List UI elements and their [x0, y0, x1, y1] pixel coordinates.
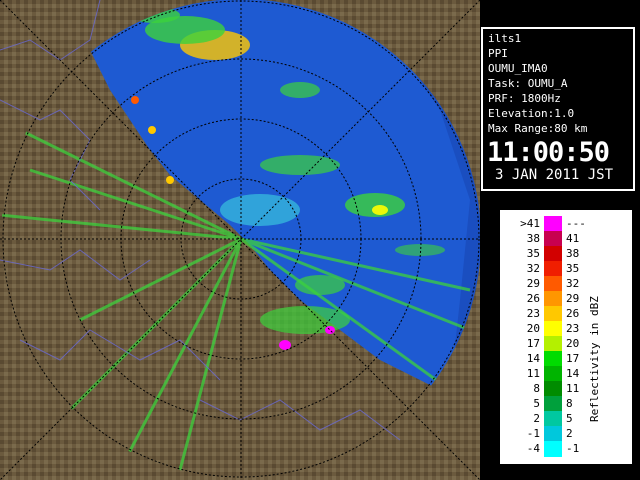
legend-high-value: 41 [566, 232, 580, 245]
legend-high-value: -1 [566, 442, 580, 455]
legend-low-value: 32 [526, 262, 540, 275]
legend-row: 14 17 [502, 351, 622, 367]
legend-swatch [544, 246, 562, 262]
legend-swatch [544, 231, 562, 247]
max-range-value: Max Range:80 km [488, 122, 588, 135]
legend-swatch [544, 276, 562, 292]
legend-swatch [544, 351, 562, 367]
legend-low-value: 5 [533, 397, 540, 410]
product-name: OUMU_IMA0 [488, 62, 548, 75]
elevation-value: Elevation:1.0 [488, 107, 575, 120]
legend-row: 23 26 [502, 306, 622, 322]
legend-swatch [544, 441, 562, 457]
legend-swatch [544, 411, 562, 427]
scan-mode: PPI [488, 47, 508, 60]
legend-swatch [544, 291, 562, 307]
legend-row: -1 2 [502, 426, 622, 442]
legend-row: -4 -1 [502, 441, 622, 457]
legend-low-value: -4 [526, 442, 540, 455]
legend-swatch [544, 336, 562, 352]
legend-swatch [544, 366, 562, 382]
scan-date: 3 JAN 2011 JST [495, 167, 614, 183]
legend-row: 26 29 [502, 291, 622, 307]
legend-row: 11 14 [502, 366, 622, 382]
legend-row: 29 32 [502, 276, 622, 292]
legend-row: 58 [502, 396, 622, 412]
legend-low-value: 2 [533, 412, 540, 425]
legend-row: 8 11 [502, 381, 622, 397]
legend-low-value: 38 [526, 232, 540, 245]
legend-row: 17 20 [502, 336, 622, 352]
legend-low-value: 26 [526, 292, 540, 305]
legend-low-value: 17 [526, 337, 540, 350]
legend-row: 38 41 [502, 231, 622, 247]
legend-swatch [544, 261, 562, 277]
legend-low-value: 35 [526, 247, 540, 260]
radar-map [0, 0, 480, 480]
legend-low-value: 11 [526, 367, 540, 380]
legend-row: 35 38 [502, 246, 622, 262]
legend-row: 32 35 [502, 261, 622, 277]
legend-row: 20 23 [502, 321, 622, 337]
legend-swatch [544, 381, 562, 397]
legend-row: >41 --- [502, 216, 622, 232]
legend-low-value: >41 [520, 217, 540, 230]
prf-value: PRF: 1800Hz [488, 92, 561, 105]
task-name: Task: OUMU_A [488, 77, 568, 90]
legend-row: 25 [502, 411, 622, 427]
radar-info-panel: ilts1 PPI OUMU_IMA0 Task: OUMU_A PRF: 18… [481, 27, 635, 191]
legend-title: Reflectivity in dBZ [588, 296, 601, 422]
legend-low-value: 14 [526, 352, 540, 365]
legend-low-value: -1 [526, 427, 540, 440]
radar-id: ilts1 [488, 32, 522, 45]
legend-low-value: 8 [533, 382, 540, 395]
radar-display[interactable] [0, 0, 480, 480]
legend-high-value: 2 [566, 427, 573, 440]
legend-high-value: 38 [566, 247, 580, 260]
scan-time: 11:00:50 [487, 137, 610, 168]
legend-low-value: 29 [526, 277, 540, 290]
legend-swatch [544, 426, 562, 442]
legend-swatch [544, 216, 562, 232]
color-legend: >41 --- 38 41 35 38 32 35 29 32 26 29 23 26 20 23 17 20 14… [500, 210, 632, 464]
legend-swatch [544, 306, 562, 322]
legend-swatch [544, 321, 562, 337]
legend-low-value: 23 [526, 307, 540, 320]
legend-low-value: 20 [526, 322, 540, 335]
legend-swatch [544, 396, 562, 412]
legend-high-value: --- [566, 217, 586, 230]
